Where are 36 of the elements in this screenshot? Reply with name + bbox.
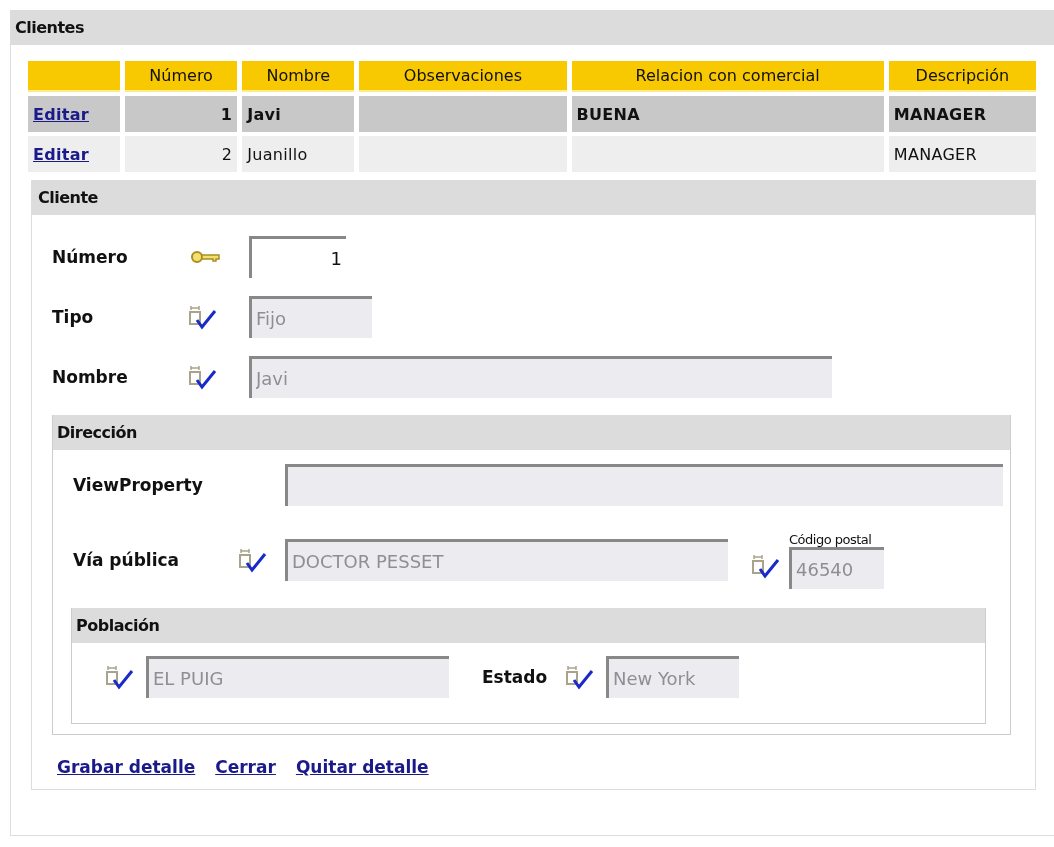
column-header: Observaciones <box>359 61 567 92</box>
table-cell: 1 <box>125 96 238 132</box>
checkmark-icon <box>566 664 594 690</box>
column-header: Número <box>125 61 238 92</box>
checkmark-icon <box>189 304 217 330</box>
checkmark-icon <box>239 547 267 573</box>
column-header: Nombre <box>242 61 355 92</box>
table-cell: 2 <box>125 136 238 172</box>
section-header: Dirección <box>53 415 1010 450</box>
edit-link[interactable]: Editar <box>33 104 89 124</box>
panel-header: Clientes <box>11 10 1054 45</box>
table-cell: MANAGER <box>888 136 1036 172</box>
column-header: Relacion con comercial <box>571 61 884 92</box>
action-link[interactable]: Grabar detalle <box>57 757 196 777</box>
action-link[interactable]: Cerrar <box>215 757 276 777</box>
field-label: Tipo <box>52 307 95 327</box>
field-label: Nombre <box>52 367 129 387</box>
table-cell: Javi <box>242 96 355 132</box>
action-link[interactable]: Quitar detalle <box>295 757 429 777</box>
table-cell: BUENA <box>571 96 884 132</box>
field-label: Estado <box>482 667 549 687</box>
checkmark-icon <box>189 364 217 390</box>
field-label: Vía pública <box>73 550 181 570</box>
column-header: Descripción <box>888 61 1036 92</box>
field-label: ViewProperty <box>73 475 204 495</box>
section-header: Población <box>72 608 985 643</box>
field-label: Código postal <box>789 531 873 547</box>
table-cell: Juanillo <box>242 136 355 172</box>
key-icon <box>189 249 221 265</box>
field-label: Número <box>52 247 129 267</box>
edit-link[interactable]: Editar <box>33 144 89 164</box>
checkmark-icon <box>106 664 134 690</box>
checkmark-icon <box>752 553 780 579</box>
input-field[interactable]: 1 <box>249 236 346 278</box>
section-header: Cliente <box>32 180 1035 215</box>
table-cell: MANAGER <box>888 96 1036 132</box>
